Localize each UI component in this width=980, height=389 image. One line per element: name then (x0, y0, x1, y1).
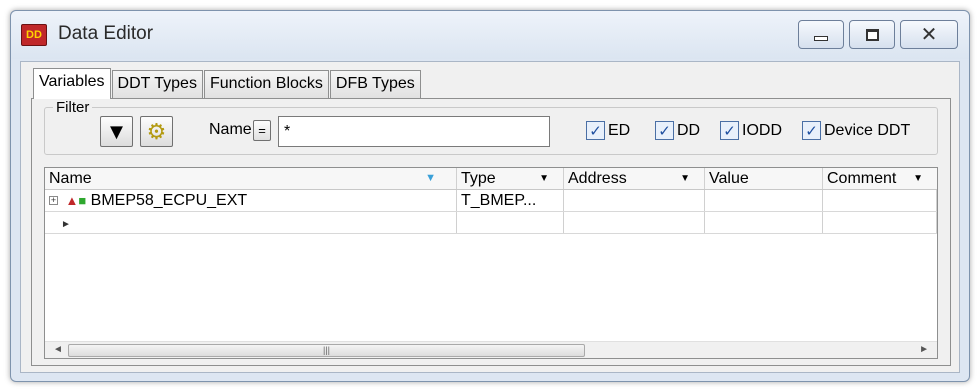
chevron-down-icon[interactable]: ▼ (680, 168, 690, 189)
tab-function-blocks[interactable]: Function Blocks (203, 70, 329, 98)
variables-pane: Filter ▼ ⚙ Name = ✓ ED ✓ DD (31, 98, 951, 366)
checkbox-device-ddt-box[interactable]: ✓ (802, 121, 821, 140)
app-icon: DD (21, 24, 47, 46)
filter-label: Filter (53, 99, 93, 116)
name-operator-button[interactable]: = (253, 120, 271, 141)
checkbox-ed[interactable]: ✓ ED (586, 121, 630, 140)
filter-settings-button[interactable]: ⚙ (140, 116, 173, 147)
scroll-left-icon[interactable]: ◄ (53, 344, 63, 355)
scrollbar-thumb[interactable]: ||| (68, 344, 585, 357)
column-header-type[interactable]: Type ▼ (457, 168, 564, 189)
chevron-down-icon[interactable]: ▼ (913, 168, 923, 189)
column-header-name[interactable]: Name ▼ (45, 168, 457, 189)
checkbox-device-ddt[interactable]: ✓ Device DDT (802, 121, 910, 140)
variables-grid: Name ▼ Type ▼ Address ▼ Value Comment ▼ … (44, 167, 938, 359)
cell-value[interactable] (705, 190, 823, 211)
checkbox-iodd-label: IODD (742, 121, 782, 139)
variable-name: BMEP58_ECPU_EXT (90, 192, 248, 209)
column-header-value[interactable]: Value (705, 168, 823, 189)
checkbox-iodd[interactable]: ✓ IODD (720, 121, 782, 140)
new-row-arrow-icon: ► (61, 219, 71, 230)
grid-header: Name ▼ Type ▼ Address ▼ Value Comment ▼ (45, 168, 937, 190)
expand-icon[interactable]: + (49, 196, 58, 206)
tab-variables[interactable]: Variables (33, 68, 111, 99)
minimize-icon (814, 36, 828, 41)
cell-type[interactable]: T_BMEP... (457, 190, 564, 211)
cell-comment-new[interactable] (823, 212, 937, 233)
column-header-value-label: Value (709, 170, 749, 187)
cell-type-new[interactable] (457, 212, 564, 233)
chevron-down-icon[interactable]: ▼ (539, 168, 549, 189)
checkbox-dd-label: DD (677, 121, 701, 139)
tab-dfb-types[interactable]: DFB Types (329, 70, 421, 98)
filter-group: Filter ▼ ⚙ Name = ✓ ED ✓ DD (44, 99, 938, 155)
checkbox-dd[interactable]: ✓ DD (655, 121, 700, 140)
minimize-button[interactable] (798, 20, 844, 49)
gears-icon: ⚙ (146, 118, 167, 144)
new-variable-row[interactable]: ► (45, 212, 937, 234)
checkbox-device-ddt-label: Device DDT (824, 121, 911, 139)
tab-strip: Variables DDT Types Function Blocks DFB … (33, 68, 422, 99)
checkbox-iodd-box[interactable]: ✓ (720, 121, 739, 140)
maximize-icon (865, 28, 879, 41)
checkbox-dd-box[interactable]: ✓ (655, 121, 674, 140)
close-icon: ✕ (920, 23, 938, 46)
horizontal-scrollbar[interactable]: ◄ ||| ► (45, 341, 937, 358)
apply-filter-button[interactable]: ▼ (100, 116, 133, 147)
name-filter-label: Name (209, 121, 252, 138)
checkbox-ed-label: ED (608, 121, 631, 139)
column-header-type-label: Type (461, 170, 496, 187)
cell-value-new[interactable] (705, 212, 823, 233)
column-header-address[interactable]: Address ▼ (564, 168, 705, 189)
column-header-name-label: Name (49, 170, 92, 187)
sort-descending-icon: ▼ (425, 172, 436, 184)
data-editor-window: DD Data Editor ✕ Variables DDT Types Fun… (10, 10, 970, 382)
scroll-right-icon[interactable]: ► (919, 344, 929, 355)
column-header-comment[interactable]: Comment ▼ (823, 168, 937, 189)
window-title: Data Editor (58, 23, 154, 44)
funnel-icon: ▼ (105, 118, 128, 144)
maximize-button[interactable] (849, 20, 895, 49)
checkbox-ed-box[interactable]: ✓ (586, 121, 605, 140)
name-filter-input[interactable] (278, 116, 550, 147)
cell-address-new[interactable] (564, 212, 705, 233)
cell-comment[interactable] (823, 190, 937, 211)
cell-name[interactable]: + ▲■ BMEP58_ECPU_EXT (45, 190, 457, 211)
table-row[interactable]: + ▲■ BMEP58_ECPU_EXT T_BMEP... (45, 190, 937, 212)
title-bar[interactable]: DD Data Editor ✕ (11, 11, 969, 59)
device-variable-icon: ▲■ (65, 193, 87, 209)
column-header-address-label: Address (568, 170, 627, 187)
editor-client-area: Variables DDT Types Function Blocks DFB … (20, 61, 960, 373)
column-header-comment-label: Comment (827, 170, 897, 187)
cell-address[interactable] (564, 190, 705, 211)
tab-ddt-types[interactable]: DDT Types (111, 70, 203, 98)
cell-name-new[interactable]: ► (45, 212, 457, 233)
close-button[interactable]: ✕ (900, 20, 958, 49)
